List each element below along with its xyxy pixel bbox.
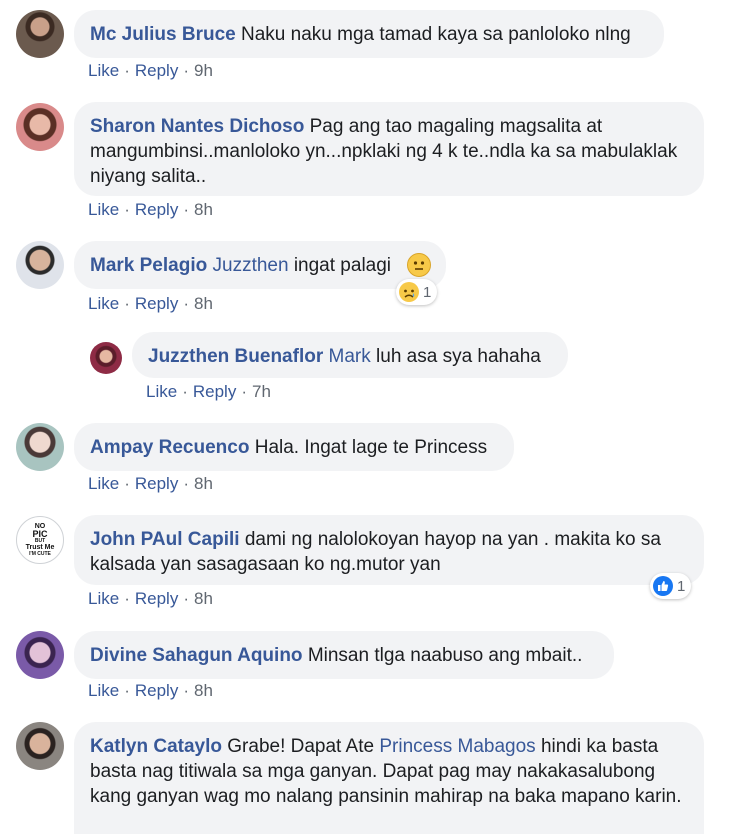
comment-author[interactable]: Mark Pelagio bbox=[90, 255, 207, 276]
avatar-text: Trust Me bbox=[25, 544, 55, 551]
comment-actions: Like · Reply · 8h bbox=[88, 474, 213, 493]
reaction-count[interactable]: 1 bbox=[396, 279, 438, 305]
comment-text: Naku naku mga tamad kaya sa panloloko nl… bbox=[241, 24, 631, 45]
comment-time[interactable]: 8h bbox=[194, 200, 213, 219]
comment-actions: Like · Reply · 7h bbox=[146, 382, 271, 401]
comment-bubble: Ampay Recuenco Hala. Ingat lage te Princ… bbox=[74, 423, 514, 471]
comment-text: luh asa sya hahaha bbox=[376, 346, 541, 367]
avatar[interactable] bbox=[16, 10, 64, 58]
mention-link[interactable]: Princess Mabagos bbox=[379, 736, 535, 757]
comment-author[interactable]: Sharon Nantes Dichoso bbox=[90, 116, 304, 137]
reaction-number: 1 bbox=[423, 283, 432, 301]
comment-bubble: Mc Julius Bruce Naku naku mga tamad kaya… bbox=[74, 10, 664, 58]
like-button[interactable]: Like bbox=[88, 589, 119, 608]
reply-button[interactable]: Reply bbox=[135, 61, 178, 80]
avatar-text: I'M CUTE bbox=[29, 551, 51, 557]
comment-time[interactable]: 8h bbox=[194, 294, 213, 313]
comment-time[interactable]: 9h bbox=[194, 61, 213, 80]
comment-bubble: Katlyn Cataylo Grabe! Dapat Ate Princess… bbox=[74, 722, 704, 834]
comment-actions: Like · Reply · 9h bbox=[88, 61, 213, 80]
reply-button[interactable]: Reply bbox=[135, 200, 178, 219]
comment-bubble: Divine Sahagun Aquino Minsan tlga naabus… bbox=[74, 631, 614, 679]
reply-button[interactable]: Reply bbox=[135, 294, 178, 313]
comment-time[interactable]: 8h bbox=[194, 474, 213, 493]
like-button[interactable]: Like bbox=[88, 474, 119, 493]
comment-bubble: John PAul Capili dami ng nalolokoyan hay… bbox=[74, 515, 704, 585]
comment-time[interactable]: 8h bbox=[194, 681, 213, 700]
comment-text: Grabe! Dapat Ate bbox=[227, 736, 375, 757]
like-button[interactable]: Like bbox=[88, 61, 119, 80]
comment-text: Minsan tlga naabuso ang mbait.. bbox=[307, 645, 583, 666]
sad-reaction-icon bbox=[399, 282, 419, 302]
like-button[interactable]: Like bbox=[88, 294, 119, 313]
like-button[interactable]: Like bbox=[146, 382, 177, 401]
avatar[interactable] bbox=[16, 722, 64, 770]
reply-button[interactable]: Reply bbox=[135, 681, 178, 700]
comment-bubble: Sharon Nantes Dichoso Pag ang tao magali… bbox=[74, 102, 704, 196]
comment-actions: Like · Reply · 8h bbox=[88, 681, 213, 700]
reaction-count[interactable]: 1 bbox=[650, 573, 692, 599]
avatar[interactable]: NO PIC BUT Trust Me I'M CUTE bbox=[16, 516, 64, 564]
comment-author[interactable]: Mc Julius Bruce bbox=[90, 24, 236, 45]
comment-author[interactable]: Juzzthen Buenaflor bbox=[148, 346, 323, 367]
avatar[interactable] bbox=[16, 241, 64, 289]
reply-button[interactable]: Reply bbox=[135, 589, 178, 608]
mention-link[interactable]: Mark bbox=[329, 346, 371, 367]
like-button[interactable]: Like bbox=[88, 200, 119, 219]
comment-text: ingat palagi bbox=[293, 255, 392, 276]
avatar[interactable] bbox=[16, 423, 64, 471]
comment-time[interactable]: 8h bbox=[194, 589, 213, 608]
avatar[interactable] bbox=[90, 342, 122, 374]
reply-button[interactable]: Reply bbox=[135, 474, 178, 493]
comment-time[interactable]: 7h bbox=[252, 382, 271, 401]
comment-actions: Like · Reply · 8h bbox=[88, 200, 213, 219]
comment-actions: Like · Reply · 8h bbox=[88, 294, 213, 313]
comment-author[interactable]: Katlyn Cataylo bbox=[90, 736, 222, 757]
reaction-number: 1 bbox=[677, 577, 686, 595]
comment-text: Hala. Ingat lage te Princess bbox=[254, 437, 488, 458]
like-reaction-icon bbox=[653, 576, 673, 596]
comment-author[interactable]: Ampay Recuenco bbox=[90, 437, 249, 458]
comment-bubble: Mark Pelagio Juzzthen ingat palagi bbox=[74, 241, 446, 289]
mention-link[interactable]: Juzzthen bbox=[213, 255, 289, 276]
like-button[interactable]: Like bbox=[88, 681, 119, 700]
avatar[interactable] bbox=[16, 631, 64, 679]
comment-bubble: Juzzthen Buenaflor Mark luh asa sya haha… bbox=[132, 332, 568, 378]
comment-actions: Like · Reply · 8h bbox=[88, 589, 213, 608]
comment-author[interactable]: Divine Sahagun Aquino bbox=[90, 645, 303, 666]
avatar[interactable] bbox=[16, 103, 64, 151]
neutral-emoji-icon bbox=[407, 253, 431, 277]
reply-button[interactable]: Reply bbox=[193, 382, 236, 401]
comment-author[interactable]: John PAul Capili bbox=[90, 529, 240, 550]
